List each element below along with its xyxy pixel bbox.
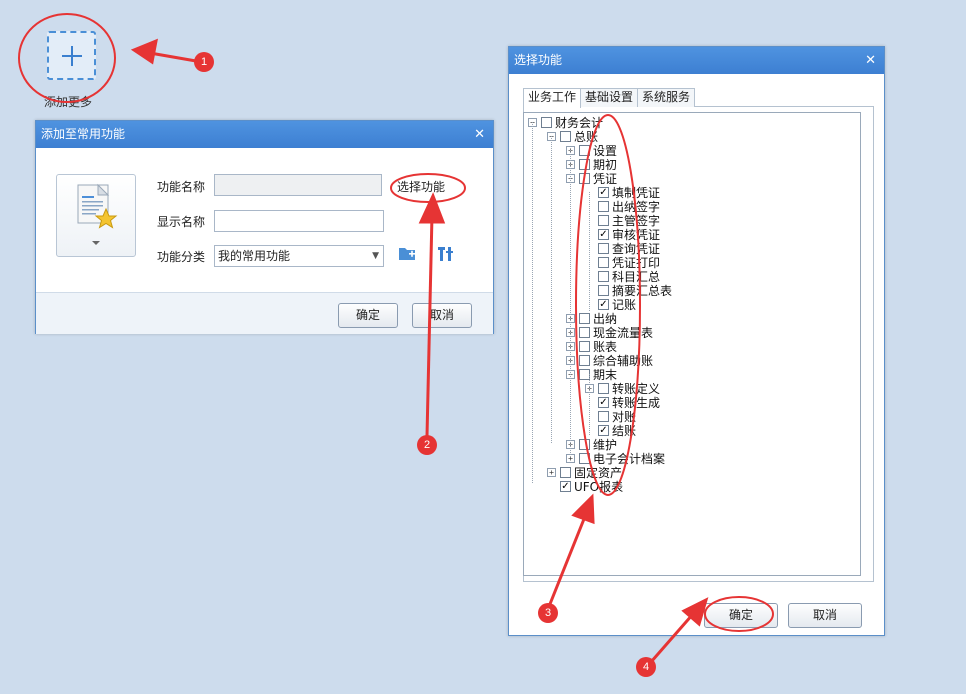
tree-guide-line xyxy=(551,136,552,443)
document-star-icon xyxy=(77,183,118,245)
arrow-1-head xyxy=(130,38,158,65)
checkbox-unchecked[interactable] xyxy=(579,326,590,338)
checkbox-unchecked[interactable] xyxy=(579,144,590,156)
tab-basic-settings[interactable]: 基础设置 xyxy=(580,88,639,107)
tree-guide-line xyxy=(570,150,571,455)
dialog-titlebar: 选择功能 ✕ xyxy=(509,47,884,74)
add-more-tile[interactable] xyxy=(47,31,96,80)
ok-button[interactable]: 确定 xyxy=(338,303,398,328)
chevron-down-icon: ▼ xyxy=(372,251,379,261)
category-select[interactable]: 我的常用功能 ▼ xyxy=(214,245,384,267)
checkbox-unchecked[interactable] xyxy=(560,130,571,142)
display-name-label: 显示名称 xyxy=(157,215,206,229)
new-folder-icon[interactable] xyxy=(398,245,416,261)
tree-guide-line xyxy=(589,192,590,311)
function-icon-picker[interactable] xyxy=(56,174,136,257)
add-to-favorites-dialog: 添加至常用功能 ✕ 功能名称 选择功能 显示名称 功能分类 我的常用功能 ▼ 确… xyxy=(35,120,494,334)
dialog-body: 功能名称 选择功能 显示名称 功能分类 我的常用功能 ▼ xyxy=(36,149,493,292)
category-label: 功能分类 xyxy=(157,250,206,264)
tree-item[interactable]: − 凭证 xyxy=(566,171,617,186)
checkbox-checked[interactable]: ✓ xyxy=(598,396,609,408)
dialog-titlebar: 添加至常用功能 ✕ xyxy=(36,121,493,148)
tree-guide-line xyxy=(532,122,533,483)
step-badge-2: 2 xyxy=(417,435,437,455)
add-more-label: 添加更多 xyxy=(44,95,93,109)
function-tree[interactable]: − 财务会计 − 总账 + 设置 + 期初 − 凭证 ✓ 填制凭证 出纳签字 主管签字 ✓ 审核凭证 查询凭证凭… xyxy=(523,112,861,576)
category-selected-value: 我的常用功能 xyxy=(218,249,291,263)
checkbox-unchecked[interactable] xyxy=(579,340,590,352)
select-function-dialog: 选择功能 ✕ 业务工作 基础设置 系统服务 − 财务会计 − 总账 + 设置 + 期初 − 凭证 ✓… xyxy=(508,46,885,636)
expand-plus-icon[interactable]: + xyxy=(547,467,556,477)
arrow-1-shaft xyxy=(149,51,197,63)
close-icon[interactable]: ✕ xyxy=(474,121,485,148)
tab-system-services[interactable]: 系统服务 xyxy=(637,88,696,107)
step-badge-3: 3 xyxy=(538,603,558,623)
function-name-field[interactable] xyxy=(214,174,382,196)
checkbox-unchecked[interactable] xyxy=(579,438,590,450)
tree-item[interactable]: − 期末 xyxy=(566,367,617,382)
plus-icon-vertical xyxy=(71,46,73,66)
checkbox-unchecked[interactable] xyxy=(598,256,609,268)
tree-item[interactable]: − 总账 xyxy=(547,129,598,144)
checkbox-checked[interactable]: ✓ xyxy=(560,480,571,492)
checkbox-unchecked[interactable] xyxy=(598,242,609,254)
checkbox-unchecked[interactable] xyxy=(598,410,609,422)
dialog-footer: 确定 取消 xyxy=(36,292,493,334)
checkbox-unchecked[interactable] xyxy=(541,116,552,128)
tab-bar: 业务工作 基础设置 系统服务 xyxy=(523,88,696,108)
step-badge-4: 4 xyxy=(636,657,656,677)
checkbox-unchecked[interactable] xyxy=(579,312,590,324)
checkbox-unchecked[interactable] xyxy=(579,158,590,170)
checkbox-unchecked[interactable] xyxy=(598,200,609,212)
checkbox-checked[interactable]: ✓ xyxy=(598,424,609,436)
checkbox-unchecked[interactable] xyxy=(579,452,590,464)
checkbox-unchecked[interactable] xyxy=(598,382,609,394)
function-name-label: 功能名称 xyxy=(157,180,206,194)
dialog-title: 添加至常用功能 xyxy=(41,127,126,141)
checkbox-checked[interactable]: ✓ xyxy=(598,186,609,198)
tab-business[interactable]: 业务工作 xyxy=(523,88,582,108)
cancel-button[interactable]: 取消 xyxy=(412,303,472,328)
step-badge-1: 1 xyxy=(194,52,214,72)
checkbox-checked[interactable]: ✓ xyxy=(598,228,609,240)
tree-item-label: UFO报表 xyxy=(574,479,624,494)
display-name-field[interactable] xyxy=(214,210,384,232)
ok-button[interactable]: 确定 xyxy=(704,603,778,628)
close-icon[interactable]: ✕ xyxy=(865,47,876,74)
dialog-title: 选择功能 xyxy=(514,53,563,67)
checkbox-unchecked[interactable] xyxy=(598,214,609,226)
cancel-button[interactable]: 取消 xyxy=(788,603,862,628)
tree-guide-line xyxy=(589,374,590,435)
checkbox-checked[interactable]: ✓ xyxy=(598,298,609,310)
settings-tools-icon[interactable] xyxy=(437,245,455,263)
checkbox-unchecked[interactable] xyxy=(560,466,571,478)
checkbox-unchecked[interactable] xyxy=(598,270,609,282)
tree-item[interactable]: ✓ UFO报表 xyxy=(547,479,624,494)
checkbox-unchecked[interactable] xyxy=(579,354,590,366)
checkbox-unchecked[interactable] xyxy=(598,284,609,296)
checkbox-unchecked[interactable] xyxy=(579,172,590,184)
select-function-link[interactable]: 选择功能 xyxy=(397,178,445,195)
